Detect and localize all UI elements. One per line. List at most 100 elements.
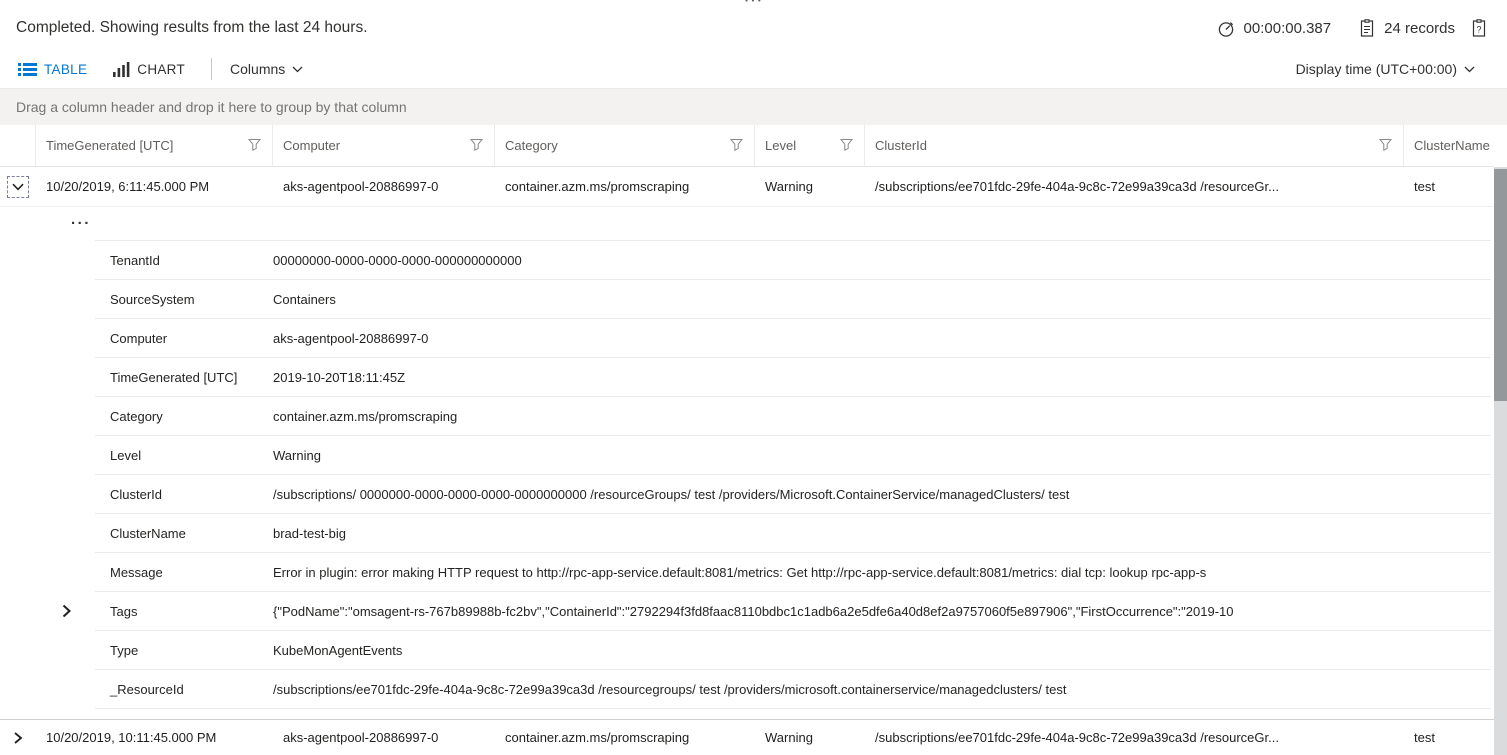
- group-by-hint: Drag a column header and drop it here to…: [16, 99, 407, 115]
- list-icon: [18, 62, 37, 77]
- detail-value: Containers: [273, 291, 336, 307]
- detail-label: Computer: [110, 330, 168, 346]
- detail-value: container.azm.ms/promscraping: [273, 408, 458, 424]
- detail-value: {"PodName":"omsagent-rs-767b89988b-fc2bv…: [273, 603, 1234, 619]
- query-results-panel: ⋯ Completed. Showing results from the la…: [0, 0, 1507, 755]
- detail-rows: TenantId 00000000-0000-0000-0000-0000000…: [62, 240, 1491, 709]
- detail-label: TimeGenerated [UTC]: [110, 369, 238, 385]
- query-duration: 00:00:00.387: [1243, 19, 1332, 37]
- detail-label: Type: [110, 642, 139, 658]
- detail-row-category: Category container.azm.ms/promscraping: [95, 397, 1491, 436]
- funnel-icon[interactable]: [839, 137, 854, 155]
- status-bar: Completed. Showing results from the last…: [16, 12, 1487, 44]
- grid-header-row: TimeGenerated [UTC] Computer Category Le…: [0, 125, 1494, 167]
- detail-value: 2019-10-20T18:11:45Z: [273, 369, 406, 385]
- detail-label: Message: [110, 564, 163, 580]
- column-header-label: Category: [505, 138, 558, 153]
- cell-category: container.azm.ms/promscraping: [505, 730, 690, 745]
- detail-value: /subscriptions/ 0000000-0000-0000-0000-0…: [273, 486, 1070, 502]
- detail-label: ClusterName: [110, 525, 186, 541]
- records-page-icon: [1359, 18, 1375, 38]
- detail-value: aks-agentpool-20886997-0: [273, 330, 429, 346]
- detail-row-tenantid: TenantId 00000000-0000-0000-0000-0000000…: [95, 241, 1491, 280]
- chevron-down-icon: [292, 66, 303, 73]
- detail-row-clustername: ClusterName brad-test-big: [95, 514, 1491, 553]
- display-time-label: Display time (UTC+00:00): [1295, 61, 1457, 77]
- column-header-clustername[interactable]: ClusterName: [1404, 125, 1494, 166]
- funnel-icon[interactable]: [729, 137, 744, 155]
- stopwatch-icon: [1217, 19, 1236, 38]
- cell-computer: aks-agentpool-20886997-0: [283, 730, 439, 745]
- column-header-label: Level: [765, 138, 797, 153]
- record-count: 24 records: [1384, 19, 1455, 37]
- column-header-label: ClusterName: [1414, 138, 1490, 153]
- column-header-clusterid[interactable]: ClusterId: [865, 125, 1404, 166]
- column-header-computer[interactable]: Computer: [273, 125, 495, 166]
- row-expander[interactable]: [0, 720, 36, 755]
- funnel-icon[interactable]: [1378, 137, 1393, 155]
- cell-computer: aks-agentpool-20886997-0: [283, 179, 439, 194]
- chevron-right-icon[interactable]: [14, 731, 22, 744]
- tab-table-label: TABLE: [44, 61, 88, 77]
- detail-label: _ResourceId: [110, 681, 184, 697]
- column-header-label: TimeGenerated [UTC]: [46, 138, 174, 153]
- column-header-level[interactable]: Level: [755, 125, 865, 166]
- column-header-label: ClusterId: [875, 138, 928, 153]
- expanded-row-details: ... TenantId 00000000-0000-0000-0000-000…: [0, 207, 1494, 719]
- vertical-scrollbar[interactable]: [1494, 167, 1507, 755]
- funnel-icon[interactable]: [469, 137, 484, 155]
- cell-clustername: test: [1414, 179, 1435, 194]
- detail-value: KubeMonAgentEvents: [273, 642, 403, 658]
- toolbar-divider: [211, 58, 213, 80]
- detail-row-timegenerated: TimeGenerated [UTC] 2019-10-20T18:11:45Z: [95, 358, 1491, 397]
- tab-chart-label: CHART: [137, 61, 186, 77]
- detail-value: Error in plugin: error making HTTP reque…: [273, 564, 1207, 580]
- tab-table[interactable]: TABLE: [18, 62, 87, 77]
- column-header-label: Computer: [283, 138, 341, 153]
- status-metrics: 00:00:00.387 24 records ?: [1217, 18, 1487, 38]
- detail-row-resourceid: _ResourceId /subscriptions/ee701fdc-29fe…: [95, 670, 1491, 709]
- detail-label: TenantId: [110, 252, 160, 268]
- detail-value: /subscriptions/ee701fdc-29fe-404a-9c8c-7…: [273, 681, 1067, 697]
- scrollbar-thumb[interactable]: [1494, 169, 1507, 401]
- columns-dropdown-label: Columns: [230, 61, 286, 77]
- funnel-icon[interactable]: [247, 137, 262, 155]
- column-header-timegenerated[interactable]: TimeGenerated [UTC]: [36, 125, 273, 166]
- chevron-down-icon: [1464, 66, 1475, 73]
- detail-row-level: Level Warning: [95, 436, 1491, 475]
- cell-timegenerated: 10/20/2019, 10:11:45.000 PM: [46, 730, 217, 745]
- cell-clustername: test: [1414, 730, 1435, 745]
- panel-resize-handle[interactable]: ⋯: [0, 0, 1507, 10]
- detail-value: 00000000-0000-0000-0000-000000000000: [273, 252, 522, 268]
- group-by-drop-zone[interactable]: Drag a column header and drop it here to…: [0, 88, 1507, 125]
- chevron-down-icon[interactable]: [7, 175, 29, 198]
- detail-row-clusterid: ClusterId /subscriptions/ 0000000-0000-0…: [95, 475, 1491, 514]
- detail-value: brad-test-big: [273, 525, 346, 541]
- row-expander[interactable]: [0, 167, 36, 206]
- detail-label: Level: [110, 447, 142, 463]
- ellipsis-icon: ...: [71, 211, 92, 228]
- cell-level: Warning: [765, 179, 813, 194]
- columns-dropdown[interactable]: Columns: [230, 61, 303, 77]
- table-row[interactable]: 10/20/2019, 6:11:45.000 PM aks-agentpool…: [0, 167, 1494, 207]
- display-time-dropdown[interactable]: Display time (UTC+00:00): [1296, 61, 1475, 77]
- results-toolbar: TABLE CHART Columns Display time (UTC+00…: [18, 53, 1475, 85]
- detail-row-type: Type KubeMonAgentEvents: [95, 631, 1491, 670]
- cell-level: Warning: [765, 730, 813, 745]
- detail-label: ClusterId: [110, 486, 163, 502]
- cell-clusterid: /subscriptions/ee701fdc-29fe-404a-9c8c-7…: [875, 730, 1279, 745]
- detail-row-computer: Computer aks-agentpool-20886997-0: [95, 319, 1491, 358]
- svg-text:?: ?: [1476, 24, 1481, 34]
- table-row[interactable]: 10/20/2019, 10:11:45.000 PM aks-agentpoo…: [0, 719, 1494, 755]
- bar-chart-icon: [113, 61, 130, 77]
- detail-label: Tags: [110, 603, 138, 619]
- detail-row-message: Message Error in plugin: error making HT…: [95, 553, 1491, 592]
- clipboard-icon[interactable]: ?: [1471, 18, 1487, 38]
- cell-clusterid: /subscriptions/ee701fdc-29fe-404a-9c8c-7…: [875, 179, 1279, 194]
- tab-chart[interactable]: CHART: [113, 61, 186, 77]
- cell-timegenerated: 10/20/2019, 6:11:45.000 PM: [46, 179, 210, 194]
- detail-label: SourceSystem: [110, 291, 195, 307]
- column-header-category[interactable]: Category: [495, 125, 755, 166]
- chevron-right-icon[interactable]: [62, 604, 71, 618]
- cell-category: container.azm.ms/promscraping: [505, 179, 690, 194]
